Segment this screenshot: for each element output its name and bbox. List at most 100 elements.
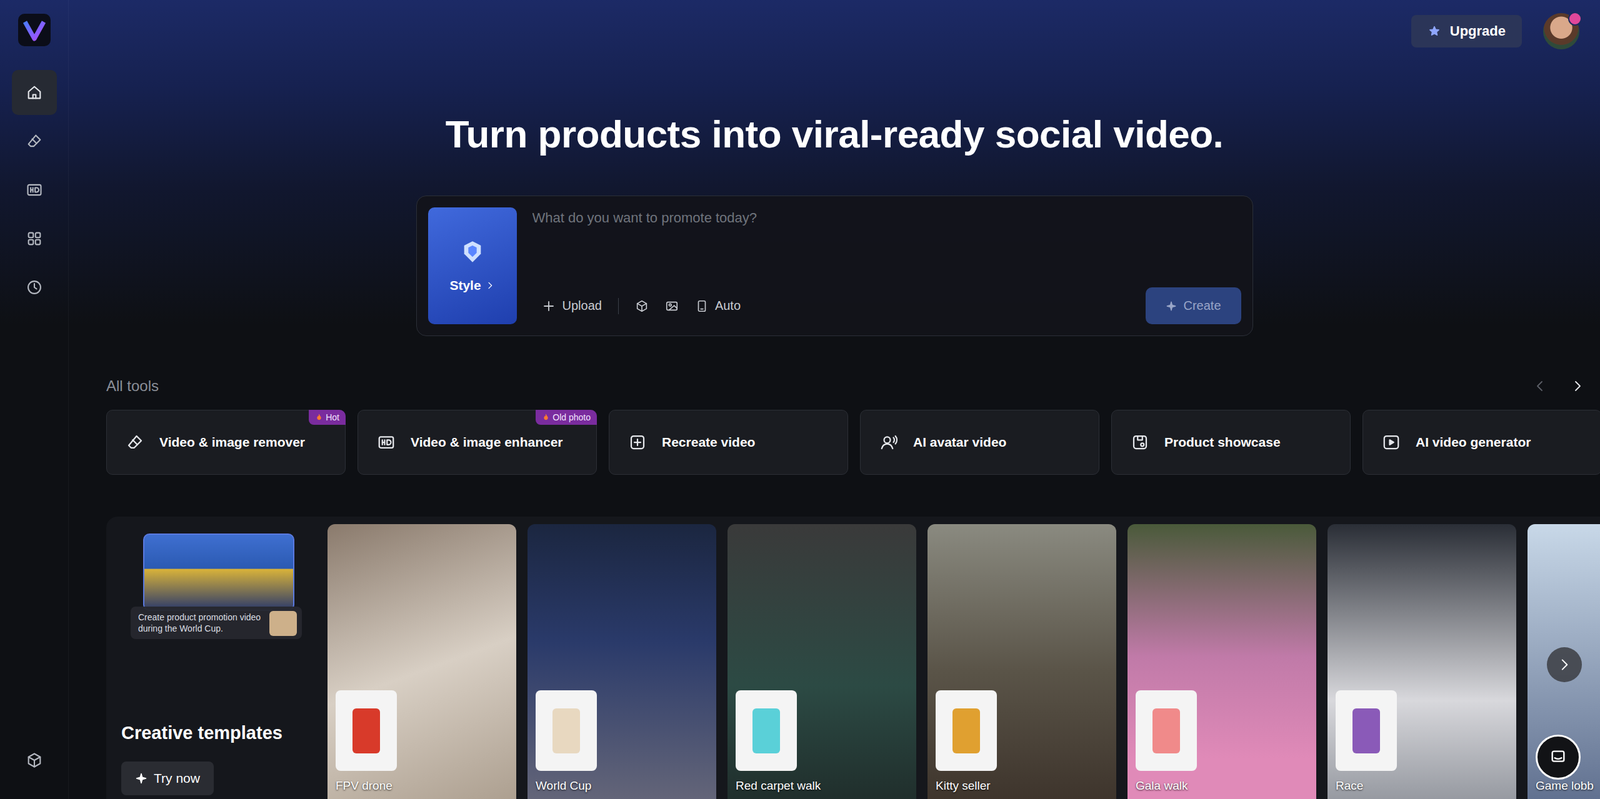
upload-button[interactable]: Upload [541,298,602,314]
tool-label: AI video generator [1415,435,1531,450]
product-button[interactable] [635,299,649,314]
tools-nav [1532,378,1585,394]
tool-card[interactable]: Video & image enhancer Old photo [357,410,597,475]
style-label-row: Style [449,278,495,294]
flame-icon [315,413,324,422]
template-card[interactable]: Race [1327,524,1517,799]
chevron-right-icon [1556,656,1573,674]
tool-badge: Old photo [535,410,597,425]
product-thumbnail [1135,690,1197,772]
upgrade-label: Upgrade [1450,23,1506,40]
create-label: Create [1183,298,1221,314]
chat-button[interactable] [1535,735,1581,780]
tool-badge-label: Hot [325,412,340,423]
avatar-icon [879,433,899,452]
style-label: Style [449,278,481,294]
style-button[interactable]: Style [428,207,517,325]
play-icon [1381,433,1401,452]
user-avatar[interactable] [1543,13,1580,50]
product-icon [1130,433,1150,452]
sidebar [0,0,69,799]
aspect-button[interactable]: Auto [695,298,741,314]
hd-icon [25,181,44,199]
try-now-label: Try now [153,771,200,787]
product-thumbnail [335,690,397,772]
templates-next-button[interactable] [1546,647,1582,683]
logo[interactable] [18,13,51,47]
upgrade-button[interactable]: Upgrade [1411,15,1522,48]
separator [618,298,619,315]
template-label: Red carpet walk [735,779,821,794]
tool-label: Video & image enhancer [410,435,564,450]
sidebar-item[interactable] [11,265,57,310]
template-card[interactable]: Gala walk [1127,524,1317,799]
product-thumbnail [935,690,997,772]
style-icon [460,239,485,265]
product-image [1152,708,1180,754]
tool-label: Video & image remover [159,435,305,450]
chevron-right-icon [485,280,495,291]
template-label: Gala walk [1135,779,1188,794]
sparkle-icon [1165,300,1177,312]
template-list: FPV drone World Cup Red carpet walk Kitty s… [327,524,1600,799]
product-thumbnail [535,690,597,772]
main: UpgradeTurn products into viral-ready so… [68,0,1600,799]
product-image [1352,708,1380,754]
template-card[interactable]: Red carpet walk [727,524,917,799]
grid-icon [25,230,44,248]
app: UpgradeTurn products into viral-ready so… [0,0,1600,799]
chevron-left-icon [1532,378,1548,394]
tools-header: All tools [68,376,1600,396]
next-button[interactable] [1570,378,1585,394]
sidebar-item[interactable] [11,167,57,213]
create-button[interactable]: Create [1145,287,1241,325]
aspect-label: Auto [715,298,741,314]
hd-icon [376,433,396,452]
sidebar-item[interactable] [11,70,57,115]
templates-section: Create product promotion video during th… [106,516,1600,799]
tool-card[interactable]: Recreate video [608,410,849,475]
phone-icon [695,299,709,314]
template-label: World Cup [535,779,592,794]
template-tooltip: Create product promotion video during th… [130,606,302,640]
template-label: Kitty seller [935,779,991,794]
sidebar-item[interactable] [11,738,57,784]
sidebar-item[interactable] [11,118,57,164]
template-card[interactable]: World Cup [527,524,717,799]
prev-button[interactable] [1532,378,1548,394]
prompt-toolbar: Upload Auto Create [532,287,1242,325]
template-card[interactable]: Kitty seller [927,524,1117,799]
tool-badge: Hot [308,410,346,425]
upload-label: Upload [562,298,602,314]
chevron-right-icon [1570,378,1585,394]
tool-card[interactable]: Video & image remover Hot [106,410,346,475]
tool-label: Product showcase [1164,435,1281,450]
tool-card[interactable]: AI avatar video [860,410,1100,475]
product-thumbnail [735,690,797,772]
templates-intro: Create product promotion video during th… [106,524,328,799]
tool-label: Recreate video [661,435,755,450]
chat-icon [1548,747,1569,768]
cube-icon [25,751,44,770]
home-icon [25,83,44,102]
template-preview-image [143,533,295,612]
logo-mark-icon [21,17,47,43]
tooltip-thumbnail [269,611,297,637]
tool-list: Video & image remover Hot Video & image en… [68,410,1600,475]
prompt-box: Style Upload Auto Create [416,195,1254,337]
prompt-input[interactable] [532,207,1242,229]
try-now-button[interactable]: Try now [121,761,214,796]
notification-dot [1568,11,1582,26]
template-card[interactable]: FPV drone [327,524,517,799]
tool-card[interactable]: AI video generator [1362,410,1600,475]
tool-card[interactable]: Product showcase [1111,410,1351,475]
template-label: Race [1335,779,1364,794]
recreate-icon [628,433,647,452]
sidebar-item[interactable] [11,216,57,262]
image-button[interactable] [665,299,679,314]
product-image [552,708,580,754]
header: Upgrade [68,0,1600,50]
template-label: FPV drone [335,779,393,794]
product-image [952,708,980,754]
product-image [352,708,380,754]
